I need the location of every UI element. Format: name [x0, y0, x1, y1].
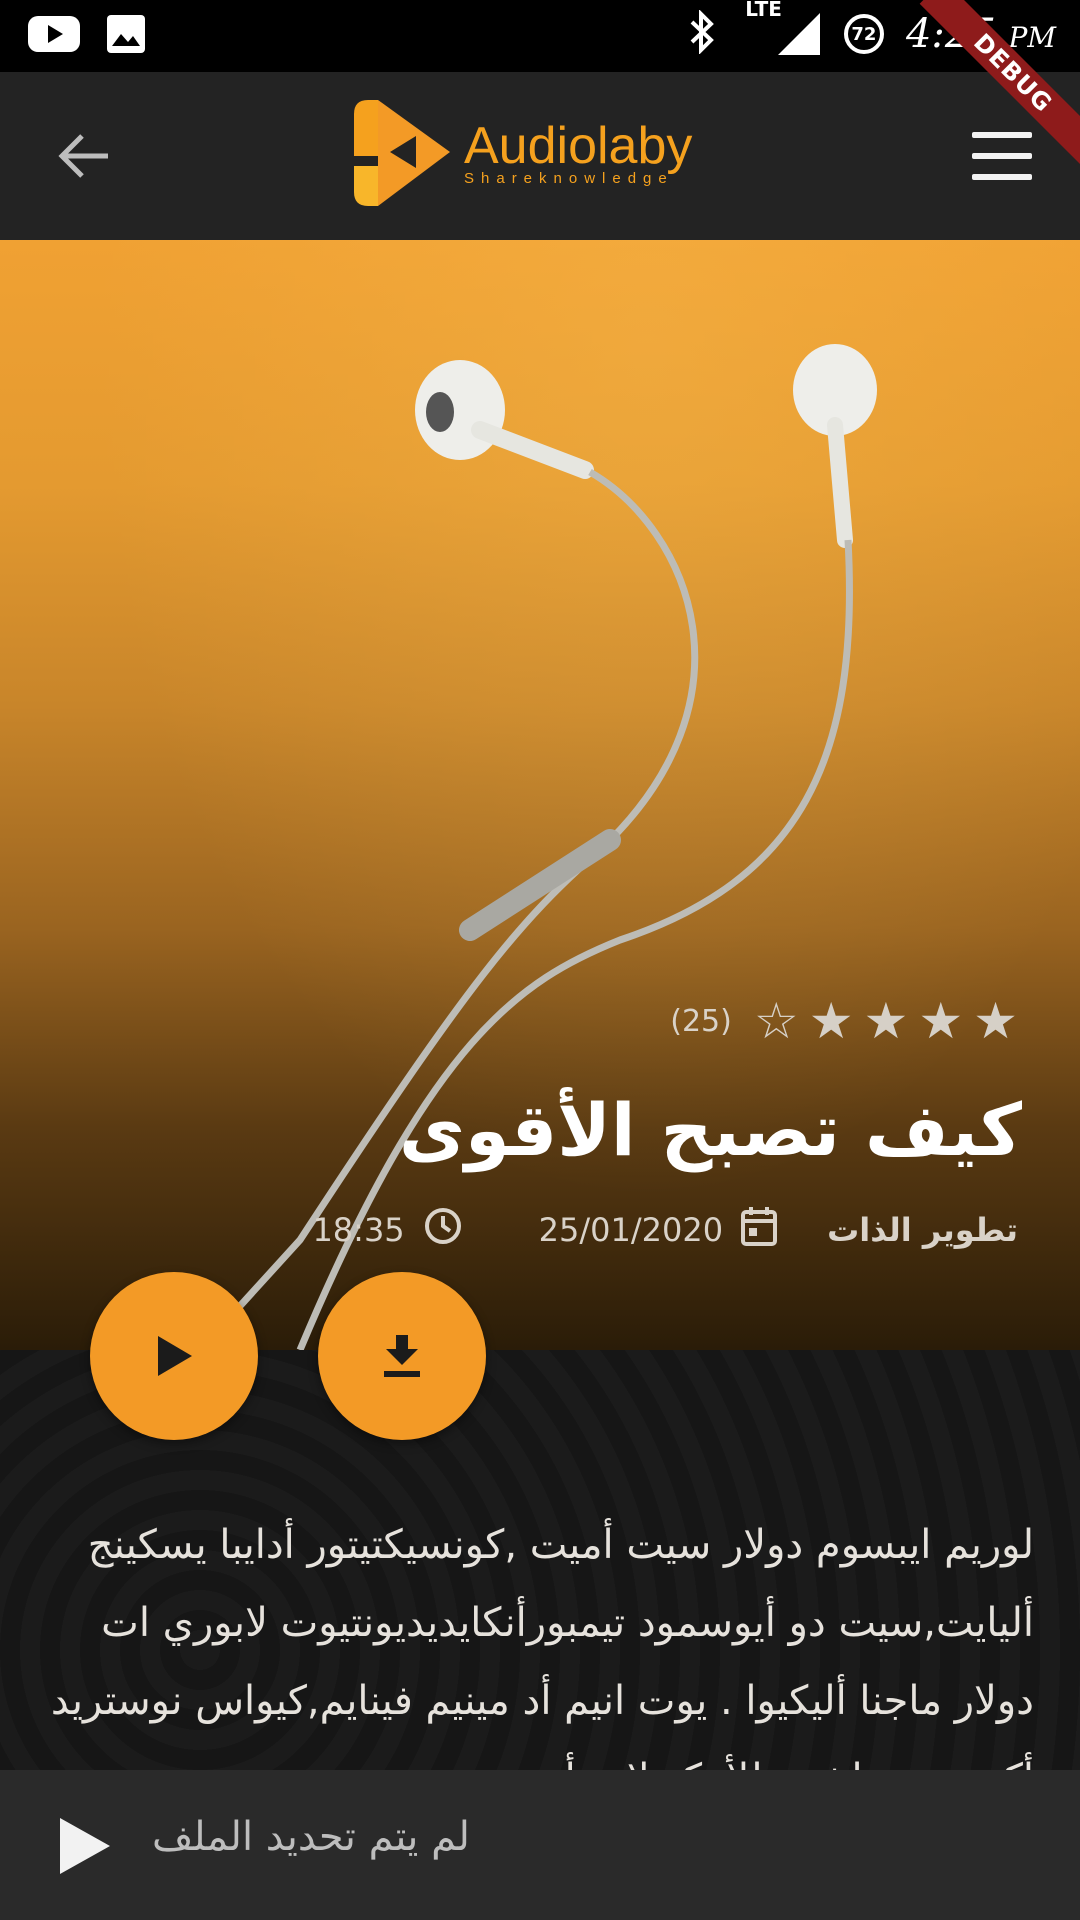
duration-text: 18:35 — [312, 1211, 405, 1249]
clock: 4:25 PM — [906, 11, 1056, 57]
hamburger-line — [972, 132, 1032, 138]
audio-title: كيف تصبح الأقوى — [399, 1088, 1022, 1172]
play-button[interactable] — [90, 1272, 258, 1440]
download-icon — [384, 1335, 420, 1377]
audio-meta: 18:35 25/01/2020 تطوير الذات — [312, 1206, 1018, 1254]
star-filled-icon: ★ — [918, 992, 964, 1050]
clock-period: PM — [1008, 21, 1056, 54]
clock-time: 4:25 — [905, 11, 996, 57]
category-text: تطوير الذات — [827, 1211, 1018, 1249]
download-button[interactable] — [318, 1272, 486, 1440]
star-filled-icon: ★ — [808, 992, 854, 1050]
logo-text: Audiolaby Shareknowledge — [464, 120, 692, 187]
youtube-icon — [28, 14, 80, 58]
player-play-button[interactable] — [58, 1816, 112, 1876]
status-left — [28, 14, 146, 58]
play-icon — [60, 1818, 110, 1874]
image-icon — [106, 14, 146, 58]
clock-icon — [423, 1206, 463, 1254]
brand-name: Audiolaby — [464, 116, 693, 175]
star-filled-icon: ★ — [973, 992, 1018, 1050]
status-bar: LTE 72 4:25 PM — [0, 0, 1080, 72]
player-status-text: لم يتم تحديد الملف — [152, 1814, 470, 1860]
app-logo: Audiolaby Shareknowledge — [350, 96, 692, 210]
back-button[interactable] — [52, 124, 116, 188]
arrow-left-icon — [58, 134, 108, 178]
brand-tagline: Shareknowledge — [464, 169, 674, 187]
hamburger-line — [972, 174, 1032, 180]
network-type: LTE — [745, 0, 782, 21]
calendar-icon — [741, 1206, 778, 1254]
rating-count: (25) — [670, 1003, 732, 1039]
description-text: لوريم ايبسوم دولار سيت أميت ,كونسيكتيتور… — [50, 1522, 1034, 1770]
hero-banner: (25) ☆ ★ ★ ★ ★ كيف تصبح الأقوى 18:35 25/… — [0, 240, 1080, 1350]
hamburger-line — [972, 153, 1032, 159]
status-right: LTE 72 4:25 PM — [687, 0, 1056, 58]
signal-icon: LTE — [739, 0, 822, 57]
star-empty-icon: ☆ — [753, 992, 799, 1050]
date-text: 25/01/2020 — [538, 1211, 724, 1249]
logo-mark-icon — [354, 100, 450, 206]
bluetooth-icon — [687, 9, 717, 58]
mini-player: لم يتم تحديد الملف — [0, 1770, 1080, 1920]
battery-indicator: 72 — [843, 14, 884, 54]
play-icon — [158, 1336, 192, 1376]
app-bar: Audiolaby Shareknowledge — [0, 72, 1080, 240]
rating: (25) ☆ ★ ★ ★ ★ — [670, 996, 1018, 1046]
menu-button[interactable] — [972, 132, 1032, 180]
star-filled-icon: ★ — [863, 992, 909, 1050]
earphones-image — [197, 344, 877, 1350]
